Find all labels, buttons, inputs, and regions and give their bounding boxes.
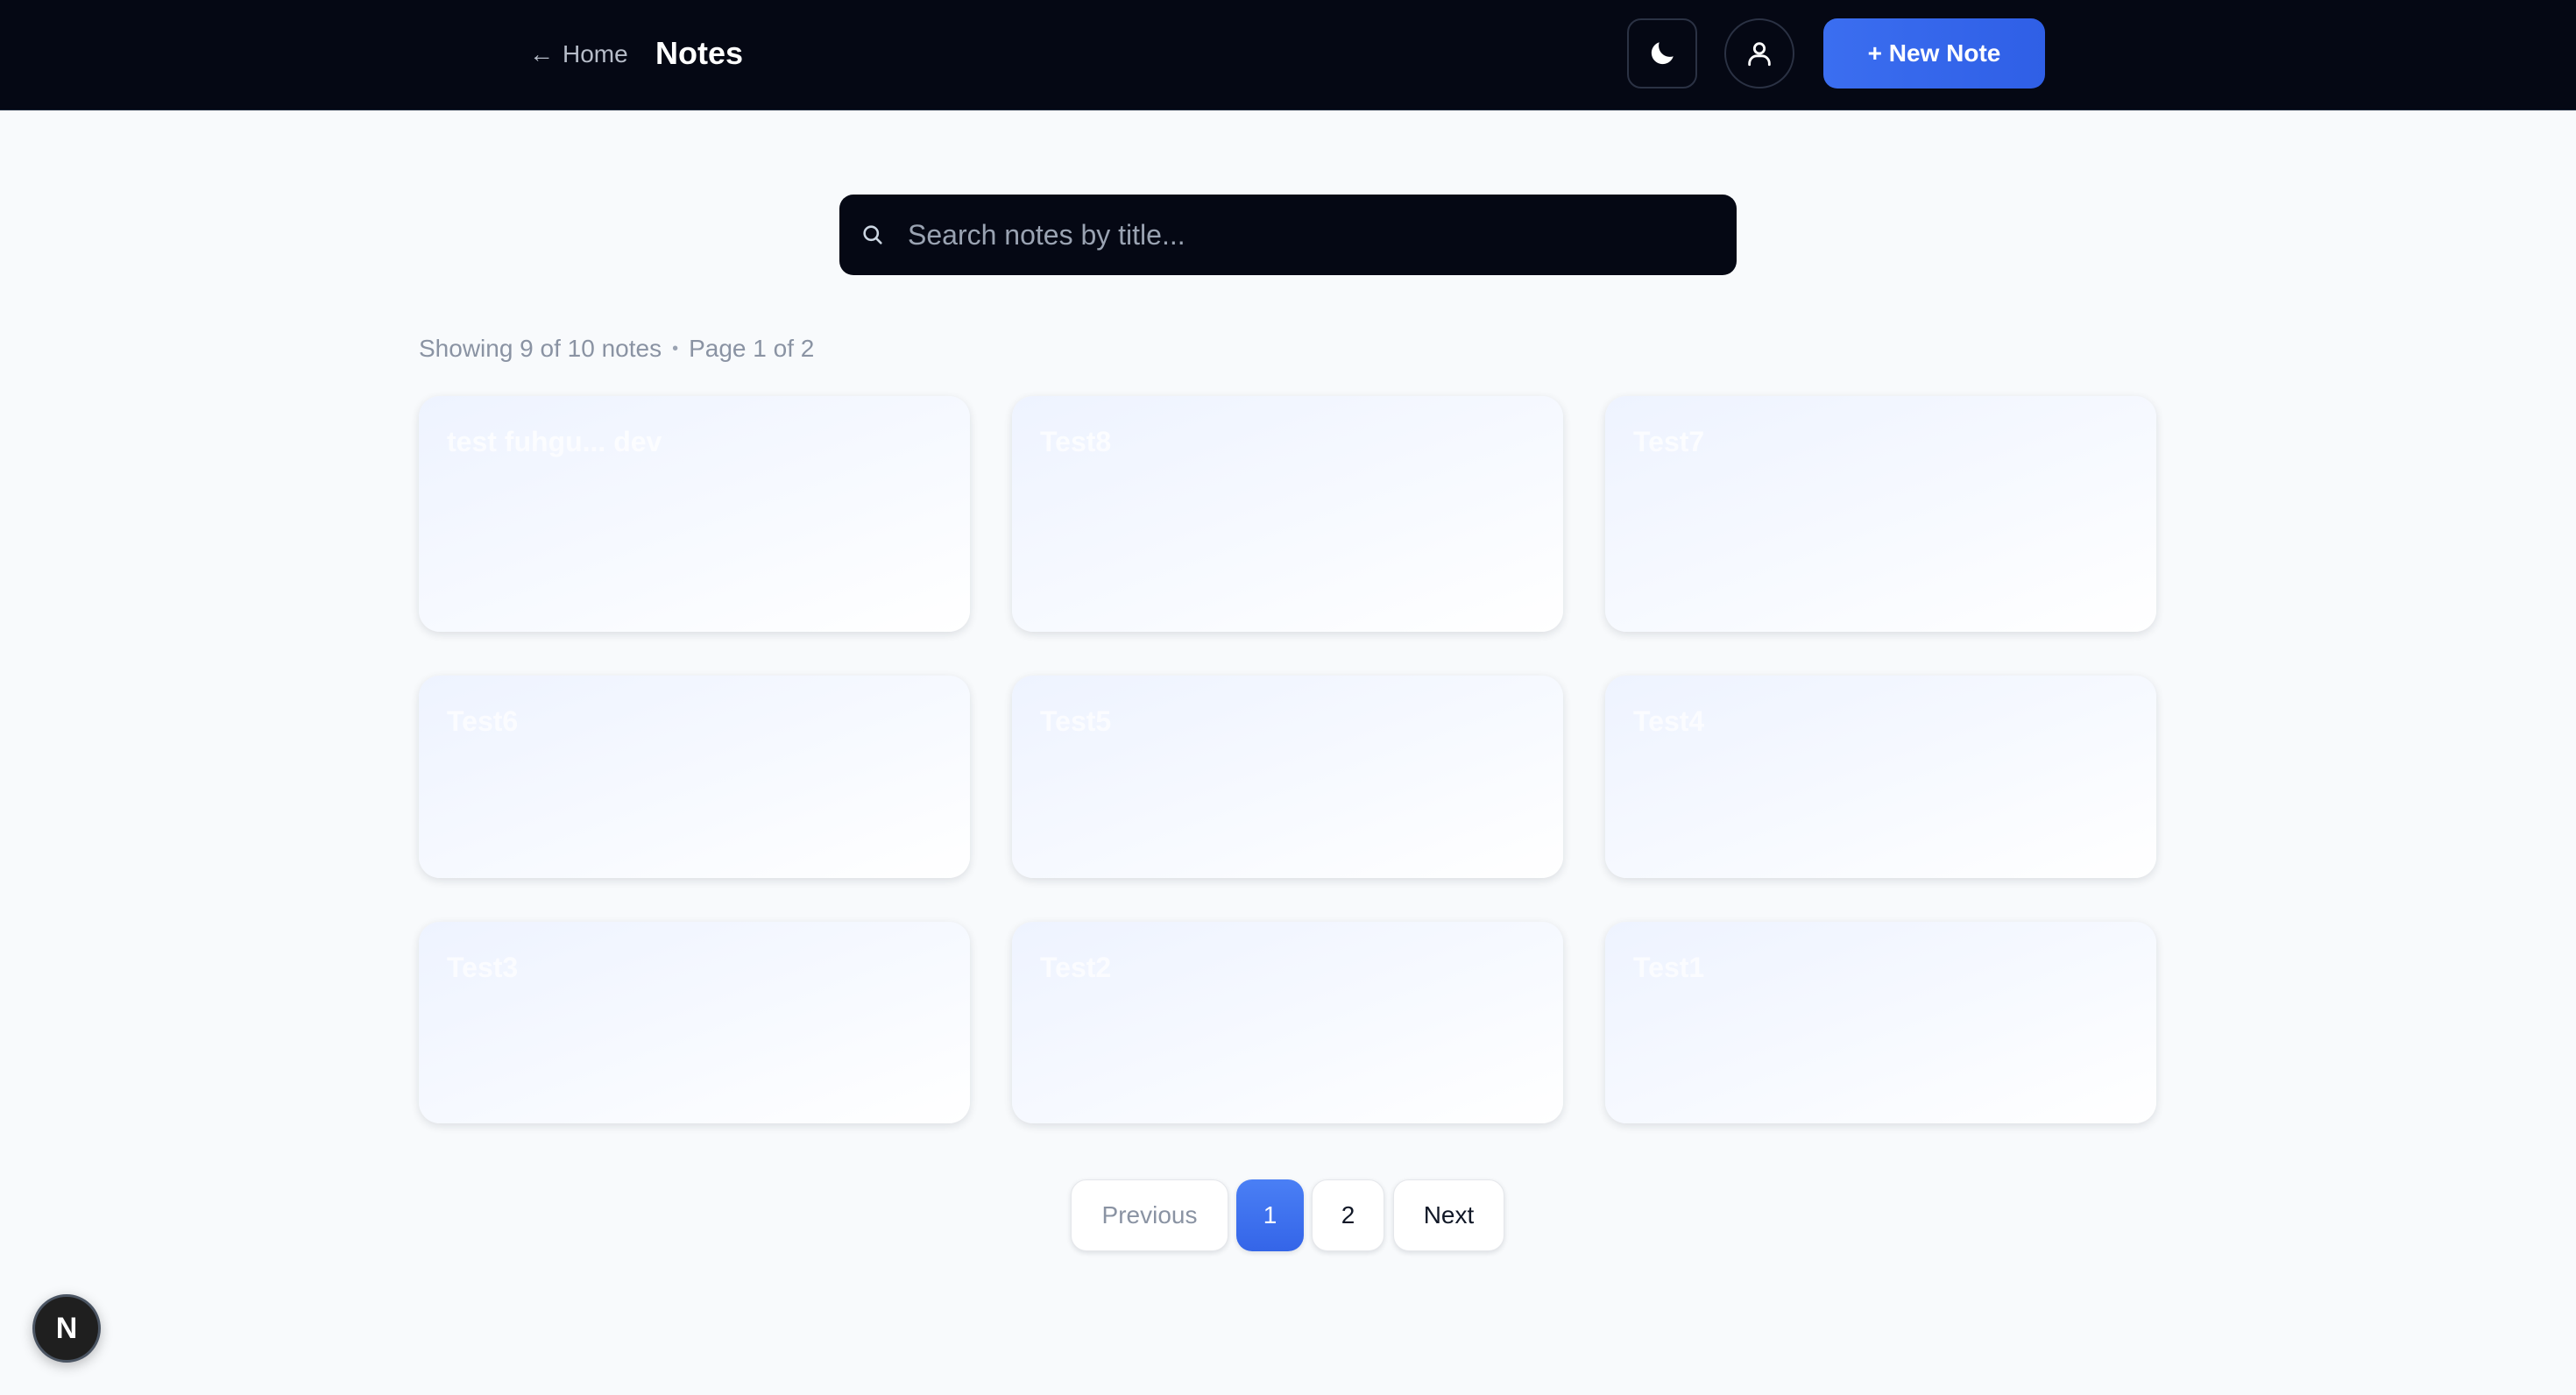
- note-title: Test2: [1040, 952, 1112, 983]
- note-card[interactable]: Test3: [419, 922, 970, 1123]
- note-card[interactable]: Test6: [419, 676, 970, 878]
- note-title: test fuhgu... dev: [447, 426, 662, 457]
- note-card[interactable]: Test7: [1605, 396, 2156, 632]
- note-title: Test5: [1040, 705, 1112, 737]
- note-card[interactable]: Test4: [1605, 676, 2156, 878]
- search-input[interactable]: [908, 195, 1719, 275]
- note-title: Test4: [1633, 705, 1705, 737]
- moon-icon: [1651, 42, 1674, 65]
- note-title: Test8: [1040, 426, 1112, 457]
- note-card[interactable]: Test2: [1012, 922, 1563, 1123]
- new-note-button[interactable]: + New Note: [1823, 18, 2045, 89]
- page-1-button[interactable]: 1: [1236, 1179, 1304, 1251]
- nextjs-dev-badge[interactable]: N: [32, 1294, 101, 1363]
- home-link[interactable]: ← Home: [529, 35, 628, 74]
- results-summary: Showing 9 of 10 notes • Page 1 of 2: [419, 333, 814, 365]
- page-indicator: Page 1 of 2: [689, 335, 815, 362]
- user-profile-button[interactable]: [1724, 18, 1794, 89]
- note-card[interactable]: test fuhgu... dev: [419, 396, 970, 632]
- search-bar: [839, 195, 1737, 275]
- top-navbar: ← Home Notes + New Note: [0, 0, 2576, 110]
- previous-page-button[interactable]: Previous: [1071, 1179, 1228, 1251]
- note-card[interactable]: Test5: [1012, 676, 1563, 878]
- page-2-button[interactable]: 2: [1312, 1179, 1384, 1251]
- next-page-button[interactable]: Next: [1393, 1179, 1504, 1251]
- user-icon: [1748, 42, 1771, 67]
- note-title: Test3: [447, 952, 519, 983]
- home-link-label: Home: [563, 40, 628, 67]
- theme-toggle-button[interactable]: [1627, 18, 1697, 89]
- note-card[interactable]: Test1: [1605, 922, 2156, 1123]
- arrow-left-icon: ←: [529, 40, 554, 67]
- note-title: Test6: [447, 705, 519, 737]
- results-count: Showing 9 of 10 notes: [419, 335, 662, 362]
- note-title: Test1: [1633, 952, 1705, 983]
- summary-separator: •: [672, 338, 679, 358]
- page-title: Notes: [655, 35, 744, 71]
- note-card[interactable]: Test8: [1012, 396, 1563, 632]
- search-icon: [859, 221, 887, 249]
- note-title: Test7: [1633, 426, 1705, 457]
